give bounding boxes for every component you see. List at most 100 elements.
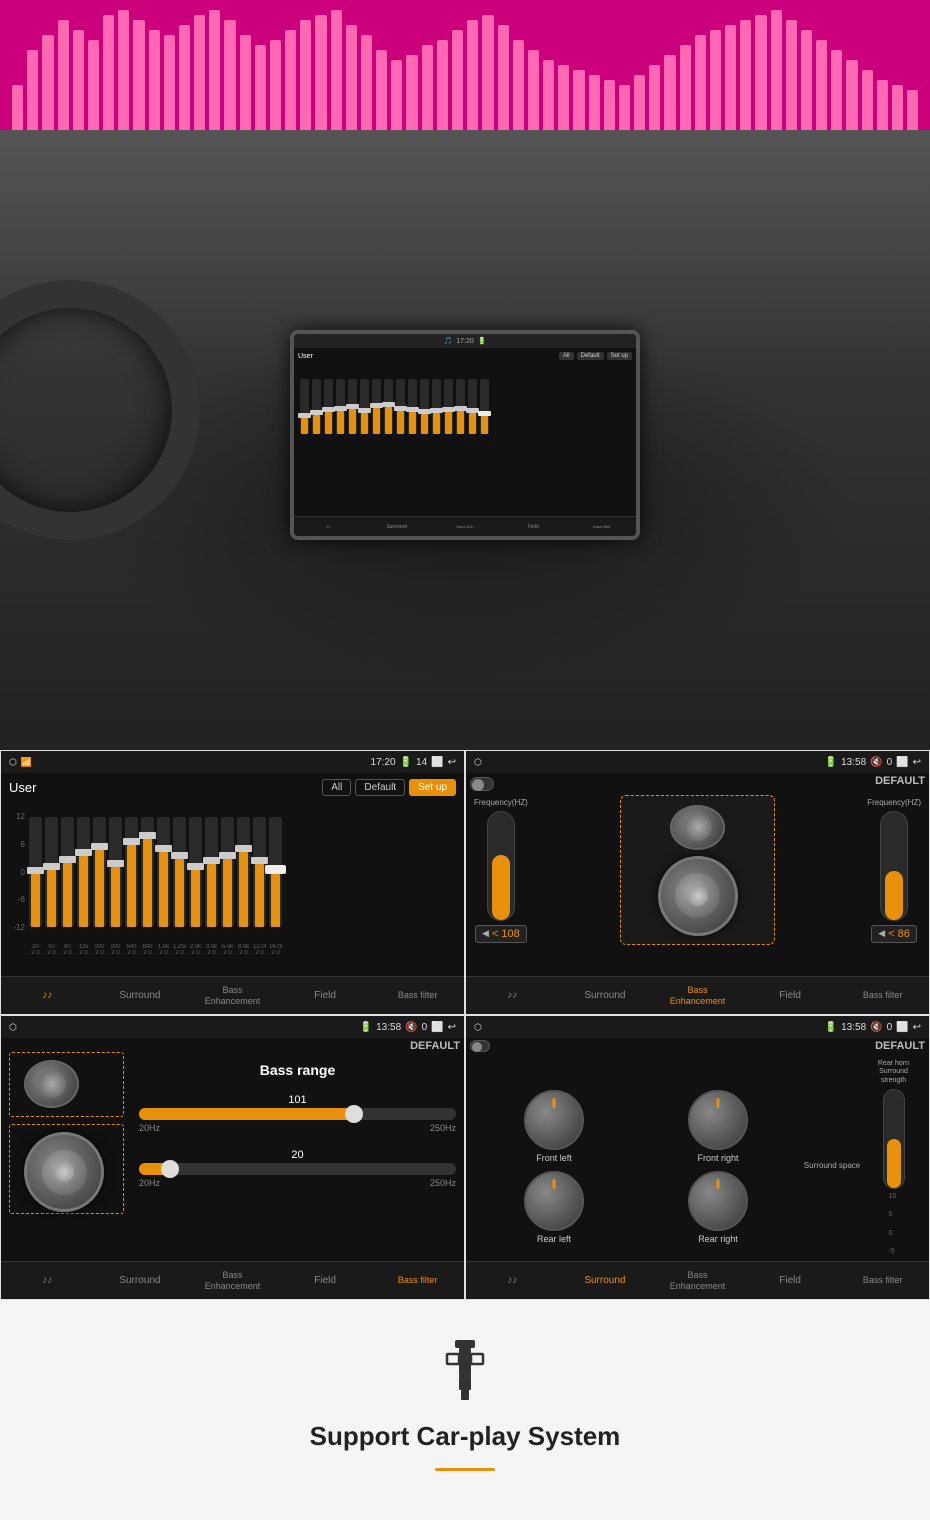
bass-range-slider1[interactable]: 101 20Hz 250Hz xyxy=(139,1094,456,1133)
carplay-title: Support Car-play System xyxy=(310,1421,621,1452)
hu-time: 17:20 xyxy=(456,338,474,345)
eq-default-btn[interactable]: Default xyxy=(355,779,405,796)
q-label-9: 2.0 xyxy=(173,950,186,956)
eq-setup-btn[interactable]: Set up xyxy=(409,779,456,796)
surround-strength-slider[interactable] xyxy=(883,1089,905,1189)
sc-tab-bass-enh[interactable]: BassEnhancement xyxy=(186,977,279,1014)
eq-banner-bar xyxy=(391,60,402,130)
bassrange-sc-tab-bass[interactable]: BassEnhancement xyxy=(186,1262,279,1299)
eq-slider-10[interactable] xyxy=(189,817,202,927)
bass-toggle[interactable] xyxy=(470,777,494,791)
eq-slider-5[interactable] xyxy=(109,817,122,927)
surround-front-right: Front right xyxy=(638,1090,798,1163)
eq-tab-bar: ♪♪ Surround BassEnhancement Field Bass f… xyxy=(1,976,464,1014)
eq-slider-8[interactable] xyxy=(157,817,170,927)
eq-slider-15[interactable] xyxy=(269,817,282,927)
bassrange-signal: 0 xyxy=(422,1022,428,1033)
hu-tab-eq[interactable]: ♪♪ xyxy=(294,517,362,536)
carplay-section: Support Car-play System xyxy=(0,1300,930,1501)
bassrange-sc-tab-filter[interactable]: Bass filter xyxy=(371,1262,464,1299)
surround-tab-bar: ♪♪ Surround BassEnhancement Field Bass f… xyxy=(466,1261,929,1299)
eq-slider-6[interactable] xyxy=(125,817,138,927)
eq-slider-3[interactable] xyxy=(77,817,90,927)
sc-tab-bass-filter[interactable]: Bass filter xyxy=(371,977,464,1014)
bass-sc-tab-bass[interactable]: BassEnhancement xyxy=(651,977,744,1014)
bass-sc-tab-eq[interactable]: ♪♪ xyxy=(466,977,559,1014)
bass-left-slider[interactable] xyxy=(487,811,515,921)
q-label-1: 2.0 xyxy=(45,950,58,956)
eq-banner-bar xyxy=(209,10,220,130)
eq-banner-bar xyxy=(877,80,888,130)
hu-tab-surround[interactable]: Surround xyxy=(362,517,430,536)
rear-horn-label: Rear horn Surround strength xyxy=(866,1060,921,1085)
hu-setup-btn[interactable]: Set up xyxy=(607,352,632,360)
surround-screen-icon: ⬜ xyxy=(896,1022,908,1033)
bass-default-label: DEFAULT xyxy=(875,775,925,787)
bass-freq-val-right: ◀ < 86 xyxy=(871,925,917,943)
eq-battery: 🔋 xyxy=(400,757,412,768)
eq-banner-bar xyxy=(755,15,766,130)
eq-slider-11[interactable] xyxy=(205,817,218,927)
eq-slider-2[interactable] xyxy=(61,817,74,927)
bass-sc-tab-surround[interactable]: Surround xyxy=(559,977,652,1014)
bassrange-status-bar: ⬡ 🔋 13:58 🔇 0 ⬜ ↩ xyxy=(1,1016,464,1038)
bassrange-default-label: DEFAULT xyxy=(410,1040,460,1052)
head-unit-screen: 🎵 17:20 🔋 User All Default Set up xyxy=(290,330,640,540)
bass-time: 13:58 xyxy=(841,757,866,768)
eq-slider-7[interactable] xyxy=(141,817,154,927)
eq-slider-13[interactable] xyxy=(237,817,250,927)
q-label-11: 2.0 xyxy=(205,950,218,956)
eq-banner-bar xyxy=(831,50,842,130)
eq-banner-bar xyxy=(573,70,584,130)
bassrange-sc-tab-surround[interactable]: Surround xyxy=(94,1262,187,1299)
bassrange-back-icon: ↩ xyxy=(448,1022,456,1033)
q-label-4: 2.0 xyxy=(93,950,106,956)
eq-banner-bar xyxy=(376,50,387,130)
bass-sc-tab-field[interactable]: Field xyxy=(744,977,837,1014)
eq-banner-bar xyxy=(907,90,918,130)
surround-sc-tab-surround[interactable]: Surround xyxy=(559,1262,652,1299)
eq-slider-4[interactable] xyxy=(93,817,106,927)
screenshots-grid: ⬡ 📶 17:20 🔋 14 ⬜ ↩ User All Default Set … xyxy=(0,750,930,1300)
hu-tab-bass[interactable]: Bass Enh xyxy=(431,517,499,536)
eq-banner-bar xyxy=(361,35,372,130)
sc-tab-surround[interactable]: Surround xyxy=(94,977,187,1014)
eq-banner xyxy=(0,0,930,130)
bass-home-icon: ⬡ xyxy=(474,757,482,768)
sc-tab-field[interactable]: Field xyxy=(279,977,372,1014)
eq-slider-12[interactable] xyxy=(221,817,234,927)
eq-banner-bar xyxy=(619,85,630,130)
eq-all-btn[interactable]: All xyxy=(322,779,351,796)
bassrange-sc-tab-field[interactable]: Field xyxy=(279,1262,372,1299)
surround-sc-tab-field[interactable]: Field xyxy=(744,1262,837,1299)
hu-all-btn[interactable]: All xyxy=(559,352,574,360)
surround-toggle[interactable] xyxy=(470,1040,490,1052)
surround-sc-tab-eq[interactable]: ♪♪ xyxy=(466,1262,559,1299)
q-label-5: 2.0 xyxy=(109,950,122,956)
eq-banner-bar xyxy=(149,30,160,130)
sc-tab-eq-icon[interactable]: ♪♪ xyxy=(1,977,94,1014)
eq-status-bar: ⬡ 📶 17:20 🔋 14 ⬜ ↩ xyxy=(1,751,464,773)
eq-banner-bar xyxy=(710,30,721,130)
q-label-15: 2.0 xyxy=(269,950,282,956)
hu-default-btn[interactable]: Default xyxy=(577,352,604,360)
eq-slider-9[interactable] xyxy=(173,817,186,927)
eq-banner-bar xyxy=(846,60,857,130)
hu-tab-field[interactable]: Field xyxy=(499,517,567,536)
eq-banner-bar xyxy=(285,30,296,130)
surround-time: 13:58 xyxy=(841,1022,866,1033)
bass-range-slider2[interactable]: 20 20Hz 250Hz xyxy=(139,1149,456,1188)
eq-slider-0[interactable] xyxy=(29,817,42,927)
bassrange-sc-tab-eq[interactable]: ♪♪ xyxy=(1,1262,94,1299)
eq-slider-1[interactable] xyxy=(45,817,58,927)
q-label-6: 2.0 xyxy=(125,950,138,956)
hu-tab-bassfilter[interactable]: Bass filter xyxy=(568,517,636,536)
surround-sc-tab-filter[interactable]: Bass filter xyxy=(836,1262,929,1299)
bass-sc-tab-filter[interactable]: Bass filter xyxy=(836,977,929,1014)
bass-range-title: Bass range xyxy=(139,1062,456,1078)
bass-right-slider[interactable] xyxy=(880,811,908,921)
eq-banner-bar xyxy=(42,35,53,130)
surround-sc-tab-bass[interactable]: BassEnhancement xyxy=(651,1262,744,1299)
bassrange-vol: 🔇 xyxy=(405,1022,417,1033)
surround-rear-left: Rear left xyxy=(474,1171,634,1244)
